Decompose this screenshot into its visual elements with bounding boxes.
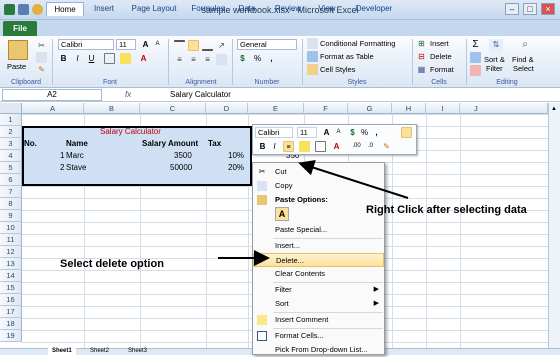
select-delete-annotation: Select delete option bbox=[60, 258, 164, 270]
annotation-arrows bbox=[218, 160, 409, 266]
right-click-annotation: Right Click after selecting data bbox=[366, 204, 527, 216]
arrow-to-selection bbox=[298, 160, 409, 199]
